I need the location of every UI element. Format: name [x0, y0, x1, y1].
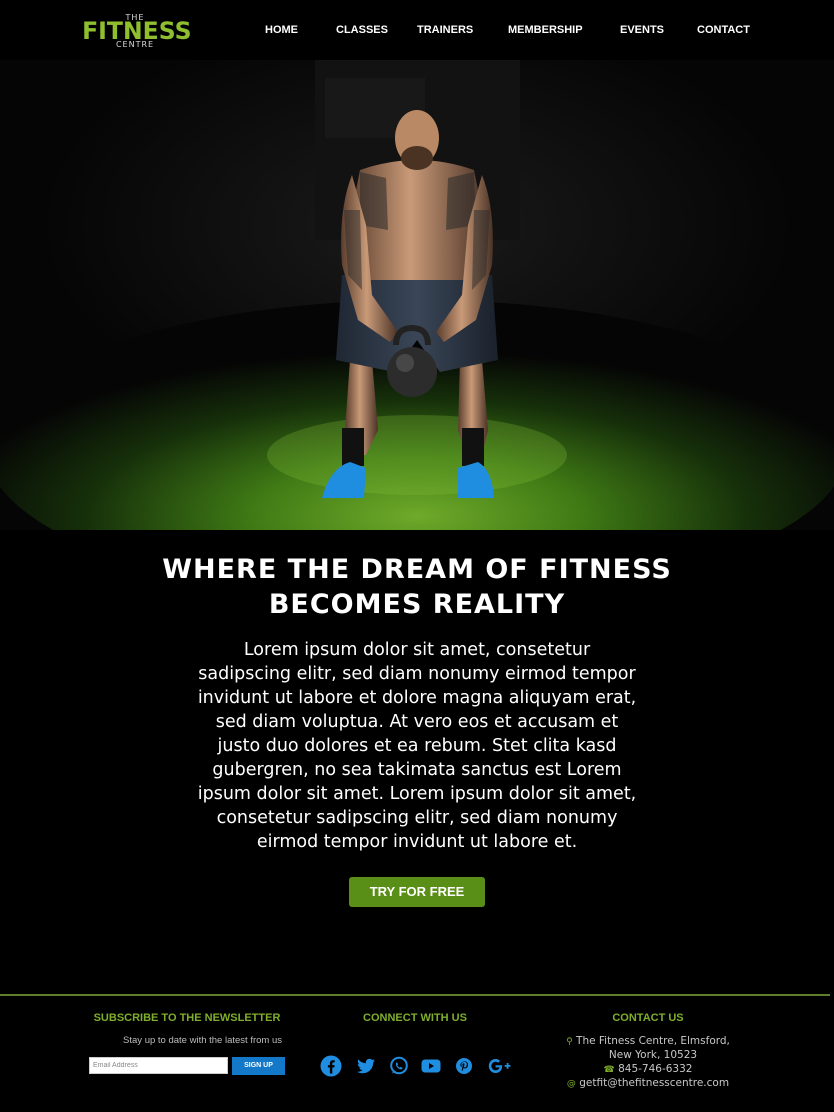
address-line-2: New York, 10523	[608, 1049, 698, 1061]
youtube-icon[interactable]	[419, 1054, 443, 1078]
hero-image	[0, 60, 834, 530]
nav-classes[interactable]: CLASSES	[336, 24, 388, 36]
contact-heading: CONTACT US	[612, 1012, 684, 1024]
paragraph-line: Lorem ipsum dolor sit amet, consetetur	[243, 640, 591, 660]
paragraph-line: gubergren, no sea takimata sanctus est L…	[212, 760, 622, 780]
paragraph-line: eirmod tempor invidunt ut labore et.	[256, 832, 578, 852]
phone-number: 845-746-6332	[618, 1063, 693, 1075]
site-header: THE FITNESS CENTRE HOME CLASSES TRAINERS…	[0, 0, 834, 60]
logo-centre-text: CENTRE	[115, 40, 155, 49]
at-sign-icon: @	[566, 1079, 576, 1089]
hero-illustration	[0, 60, 834, 530]
phone-icon: ☎	[603, 1065, 615, 1075]
headline-line-2: BECOMES REALITY	[268, 589, 566, 620]
footer-divider	[0, 994, 830, 996]
paragraph-line: invidunt ut labore et dolore magna aliqu…	[197, 688, 637, 708]
paragraph-line: justo duo dolores et ea rebum. Stet clit…	[217, 736, 617, 756]
paragraph-line: consetetur sadipscing elitr, sed diam no…	[216, 808, 618, 828]
headline-line-1: WHERE THE DREAM OF FITNESS	[162, 554, 672, 585]
paragraph-line: ipsum dolor sit amet. Lorem ipsum dolor …	[197, 784, 637, 804]
map-pin-icon: ⚲	[566, 1037, 573, 1047]
paragraph-line: sed diam voluptua. At vero eos et accusa…	[215, 712, 619, 732]
twitter-icon[interactable]	[354, 1054, 378, 1078]
email-line[interactable]: @ getfit@thefitnesscentre.com	[553, 1076, 743, 1091]
nav-trainers[interactable]: TRAINERS	[417, 24, 473, 36]
pinterest-icon[interactable]	[452, 1054, 476, 1078]
address-text: The Fitness Centre, Elmsford,	[576, 1035, 730, 1047]
try-for-free-button[interactable]: TRY FOR FREE	[349, 877, 485, 907]
sign-up-button[interactable]: SIGN UP	[232, 1057, 285, 1075]
hero-headline: WHERE THE DREAM OF FITNESS BECOMES REALI…	[117, 552, 717, 622]
intro-paragraph: Lorem ipsum dolor sit amet, consetetur s…	[197, 638, 637, 854]
phone-line: ☎ 845-746-6332	[553, 1062, 743, 1077]
paragraph-line: sadipscing elitr, sed diam nonumy eirmod…	[198, 664, 636, 684]
newsletter-subtext: Stay up to date with the latest from us	[123, 1035, 282, 1046]
nav-events[interactable]: EVENTS	[620, 24, 664, 36]
email-address[interactable]: getfit@thefitnesscentre.com	[579, 1077, 729, 1089]
nav-contact[interactable]: CONTACT	[697, 24, 750, 36]
address-line-1: ⚲ The Fitness Centre, Elmsford,	[553, 1034, 743, 1049]
nav-home[interactable]: HOME	[265, 24, 298, 36]
nav-membership[interactable]: MEMBERSHIP	[508, 24, 583, 36]
facebook-icon[interactable]	[319, 1054, 343, 1078]
google-plus-icon[interactable]	[487, 1054, 511, 1078]
newsletter-heading: SUBSCRIBE TO THE NEWSLETTER	[93, 1012, 281, 1024]
site-logo[interactable]: THE FITNESS CENTRE	[80, 12, 192, 52]
connect-heading: CONNECT WITH US	[363, 1012, 467, 1024]
email-field[interactable]	[89, 1057, 228, 1074]
whatsapp-icon[interactable]	[387, 1054, 411, 1078]
